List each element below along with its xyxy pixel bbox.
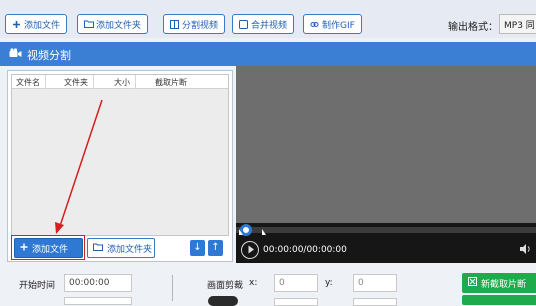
video-preview[interactable]: [236, 66, 536, 223]
divider: [172, 275, 173, 301]
start-time-label: 开始时间: [19, 281, 56, 291]
play-icon: [248, 245, 254, 254]
new-clip-label: 新截取片断: [481, 279, 527, 290]
volume-icon[interactable]: [519, 243, 533, 258]
crop-label: 画面剪裁: [207, 281, 244, 291]
crop-h-input[interactable]: [353, 298, 397, 306]
start-time-input[interactable]: 00:00:00: [64, 274, 132, 292]
scissors-icon: [468, 277, 477, 289]
clip-markers[interactable]: [236, 229, 266, 237]
play-button[interactable]: [241, 241, 259, 259]
playback-time: 00:00:00/00:00:00: [263, 245, 347, 255]
new-clip-button[interactable]: 新截取片断: [462, 273, 536, 293]
y-label: y:: [325, 278, 333, 288]
crop-x-input[interactable]: 0: [274, 274, 318, 292]
x-label: x:: [249, 278, 258, 288]
timeline-slider[interactable]: [236, 224, 536, 236]
crop-toggle[interactable]: [208, 296, 238, 306]
end-time-input[interactable]: [64, 297, 132, 305]
crop-w-input[interactable]: [274, 298, 318, 306]
secondary-green-button[interactable]: [462, 295, 536, 305]
crop-y-input[interactable]: 0: [353, 274, 397, 292]
